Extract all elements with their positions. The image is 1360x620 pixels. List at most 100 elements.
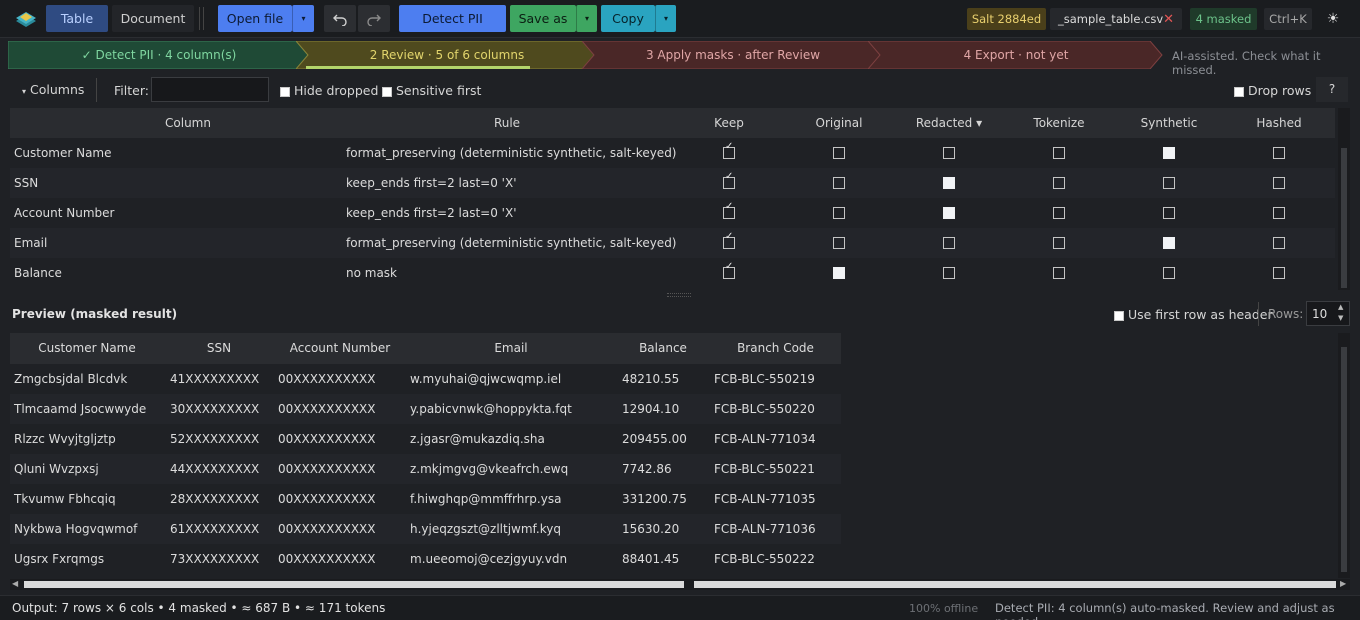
- detect-pii-button[interactable]: Detect PII: [399, 5, 506, 32]
- table-cell[interactable]: 88401.45: [622, 544, 679, 574]
- table-cell[interactable]: 331200.75: [622, 484, 687, 514]
- increment-icon[interactable]: ▲: [1338, 303, 1343, 311]
- original-option[interactable]: [833, 147, 845, 159]
- table-cell[interactable]: Qluni Wvzpxsj: [14, 454, 99, 484]
- table-cell[interactable]: 52XXXXXXXXX: [170, 424, 259, 454]
- decrement-icon[interactable]: ▼: [1338, 314, 1343, 322]
- table-cell[interactable]: 28XXXXXXXXX: [170, 484, 259, 514]
- table-cell[interactable]: FCB-BLC-550221: [714, 454, 815, 484]
- table-cell[interactable]: FCB-ALN-771036: [714, 514, 816, 544]
- table-cell[interactable]: 00XXXXXXXXXX: [278, 394, 375, 424]
- table-row[interactable]: Zmgcbsjdal Blcdvk 41XXXXXXXXX 00XXXXXXXXXX…: [10, 364, 841, 394]
- table-cell[interactable]: m.ueeomoj@cezjgyuy.vdn: [410, 544, 567, 574]
- help-button[interactable]: ?: [1316, 77, 1348, 102]
- table-cell[interactable]: 30XXXXXXXXX: [170, 394, 259, 424]
- table-cell[interactable]: FCB-BLC-550219: [714, 364, 815, 394]
- table-cell[interactable]: 00XXXXXXXXXX: [278, 454, 375, 484]
- synthetic-option[interactable]: [1163, 147, 1175, 159]
- preview-header[interactable]: Email: [406, 333, 616, 363]
- rule-header[interactable]: Rule: [346, 108, 668, 138]
- hashed-option[interactable]: [1273, 267, 1285, 279]
- rule-row[interactable]: SSN keep_ends first=2 last=0 'X': [10, 168, 1335, 198]
- synthetic-option[interactable]: [1163, 207, 1175, 219]
- synthetic-option[interactable]: [1163, 237, 1175, 249]
- tab-table[interactable]: Table: [46, 5, 108, 32]
- filter-input[interactable]: [151, 77, 269, 102]
- rule-description[interactable]: no mask: [346, 258, 397, 288]
- hashed-header[interactable]: Hashed: [1224, 108, 1334, 138]
- tokenize-option[interactable]: [1053, 177, 1065, 189]
- preview-header[interactable]: Branch Code: [710, 333, 841, 363]
- preview-header[interactable]: SSN: [164, 333, 274, 363]
- rule-row[interactable]: Customer Name format_preserving (determin…: [10, 138, 1335, 168]
- table-row[interactable]: Qluni Wvzpxsj 44XXXXXXXXX 00XXXXXXXXXX z.mk…: [10, 454, 841, 484]
- redacted-header[interactable]: Redacted ▾: [894, 108, 1004, 138]
- rows-stepper[interactable]: 10 ▲ ▼: [1306, 301, 1350, 326]
- synthetic-option[interactable]: [1163, 267, 1175, 279]
- drop-rows-checkbox[interactable]: Drop rows: [1234, 83, 1311, 98]
- preview-header[interactable]: Account Number: [274, 333, 406, 363]
- original-option[interactable]: [833, 237, 845, 249]
- tokenize-header[interactable]: Tokenize: [1004, 108, 1114, 138]
- save-as-menu-icon[interactable]: ▾: [576, 5, 597, 32]
- tokenize-option[interactable]: [1053, 267, 1065, 279]
- redacted-option[interactable]: [943, 177, 955, 189]
- preview-header[interactable]: Balance: [616, 333, 710, 363]
- table-row[interactable]: Nykbwa Hogvqwmof 61XXXXXXXXX 00XXXXXXXXXX h…: [10, 514, 841, 544]
- table-cell[interactable]: 00XXXXXXXXXX: [278, 544, 375, 574]
- rule-description[interactable]: format_preserving (deterministic synthet…: [346, 228, 677, 258]
- step-review[interactable]: 2 Review · 5 of 6 columns: [296, 41, 598, 69]
- keep-checkbox[interactable]: [723, 171, 735, 189]
- table-cell[interactable]: 48210.55: [622, 364, 679, 394]
- table-cell[interactable]: w.myuhai@qjwcwqmp.iel: [410, 364, 561, 394]
- table-cell[interactable]: Tlmcaamd Jsocwwyde: [14, 394, 146, 424]
- sensitive-first-checkbox[interactable]: Sensitive first: [382, 83, 481, 98]
- salt-badge[interactable]: Salt 2884ed: [967, 8, 1046, 30]
- table-cell[interactable]: 00XXXXXXXXXX: [278, 514, 375, 544]
- table-cell[interactable]: 44XXXXXXXXX: [170, 454, 259, 484]
- file-chip[interactable]: _sample_table.csv ✕: [1050, 8, 1182, 30]
- redacted-option[interactable]: [943, 207, 955, 219]
- table-cell[interactable]: 61XXXXXXXXX: [170, 514, 259, 544]
- rule-description[interactable]: keep_ends first=2 last=0 'X': [346, 168, 517, 198]
- scrollbar-thumb[interactable]: [1341, 148, 1347, 288]
- first-row-header-checkbox[interactable]: Use first row as header: [1114, 307, 1273, 322]
- synthetic-header[interactable]: Synthetic: [1114, 108, 1224, 138]
- original-option[interactable]: [833, 177, 845, 189]
- hashed-option[interactable]: [1273, 147, 1285, 159]
- rule-description[interactable]: format_preserving (deterministic synthet…: [346, 138, 677, 168]
- table-cell[interactable]: 7742.86: [622, 454, 672, 484]
- table-cell[interactable]: f.hiwghqp@mmffrhrp.ysa: [410, 484, 561, 514]
- open-file-button[interactable]: Open file: [218, 5, 292, 32]
- columns-toggle[interactable]: ▾ Columns: [22, 82, 84, 97]
- redacted-option[interactable]: [943, 147, 955, 159]
- redo-icon[interactable]: [358, 5, 390, 32]
- rule-row[interactable]: Email format_preserving (deterministic sy…: [10, 228, 1335, 258]
- tab-document[interactable]: Document: [112, 5, 194, 32]
- copy-button[interactable]: Copy: [601, 5, 655, 32]
- keep-checkbox[interactable]: [723, 261, 735, 279]
- scroll-right-icon[interactable]: ▶: [1340, 579, 1346, 588]
- step-apply-masks[interactable]: 3 Apply masks · after Review: [582, 41, 884, 69]
- keep-checkbox[interactable]: [723, 141, 735, 159]
- table-cell[interactable]: h.yjeqzgszt@zlltjwmf.kyq: [410, 514, 561, 544]
- keep-checkbox[interactable]: [723, 231, 735, 249]
- original-option[interactable]: [833, 267, 845, 279]
- preview-hscrollbar[interactable]: ◀ ▶: [10, 579, 1350, 590]
- step-export[interactable]: 4 Export · not yet: [868, 41, 1164, 69]
- table-cell[interactable]: 00XXXXXXXXXX: [278, 484, 375, 514]
- splitter-handle[interactable]: [667, 293, 691, 297]
- scrollbar-thumb[interactable]: [24, 581, 686, 588]
- open-file-menu-icon[interactable]: ▾: [292, 5, 314, 32]
- undo-icon[interactable]: [324, 5, 356, 32]
- rules-scrollbar[interactable]: [1338, 108, 1350, 290]
- scrollbar-thumb[interactable]: [1341, 347, 1347, 572]
- table-cell[interactable]: FCB-ALN-771035: [714, 484, 816, 514]
- keep-header[interactable]: Keep: [674, 108, 784, 138]
- table-cell[interactable]: 15630.20: [622, 514, 679, 544]
- table-cell[interactable]: FCB-ALN-771034: [714, 424, 816, 454]
- scroll-left-icon[interactable]: ◀: [12, 579, 18, 588]
- hide-dropped-checkbox[interactable]: Hide dropped: [280, 83, 378, 98]
- rule-description[interactable]: keep_ends first=2 last=0 'X': [346, 198, 517, 228]
- table-cell[interactable]: Zmgcbsjdal Blcdvk: [14, 364, 127, 394]
